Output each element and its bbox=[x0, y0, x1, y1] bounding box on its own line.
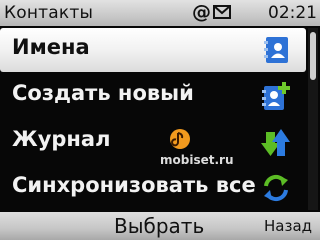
menu-item-label: Имена bbox=[12, 35, 90, 59]
back-softkey[interactable]: Назад bbox=[264, 217, 312, 235]
menu-list: Имена Создать новый Журнал Синхронизоват… bbox=[0, 28, 306, 208]
mobiset-logo bbox=[170, 129, 190, 149]
watermark-text: mobiset.ru bbox=[160, 153, 234, 167]
menu-item-sync-all[interactable]: Синхронизовать все bbox=[0, 166, 306, 210]
envelope-icon bbox=[213, 5, 231, 19]
status-bar: Контакты @ 02:21 bbox=[0, 0, 320, 26]
menu-item-label: Журнал bbox=[12, 127, 111, 151]
scrollbar-thumb[interactable] bbox=[310, 32, 316, 80]
screen-title: Контакты bbox=[4, 3, 94, 23]
menu-item-create-new[interactable]: Создать новый bbox=[0, 74, 306, 118]
menu-item-label: Синхронизовать все bbox=[12, 173, 256, 197]
sync-icon bbox=[264, 174, 288, 202]
menu-item-log[interactable]: Журнал bbox=[0, 120, 306, 164]
select-softkey[interactable]: Выбрать bbox=[114, 214, 204, 238]
contacts-book-icon bbox=[264, 37, 288, 63]
scrollbar[interactable] bbox=[308, 28, 318, 210]
clock: 02:21 bbox=[268, 3, 317, 23]
menu-item-names[interactable]: Имена bbox=[0, 28, 306, 72]
at-icon: @ bbox=[192, 1, 211, 23]
menu-item-label: Создать новый bbox=[12, 81, 194, 105]
add-contact-icon bbox=[262, 82, 290, 110]
log-arrows-icon bbox=[261, 129, 290, 156]
softkey-bar: Выбрать Назад bbox=[0, 212, 320, 240]
